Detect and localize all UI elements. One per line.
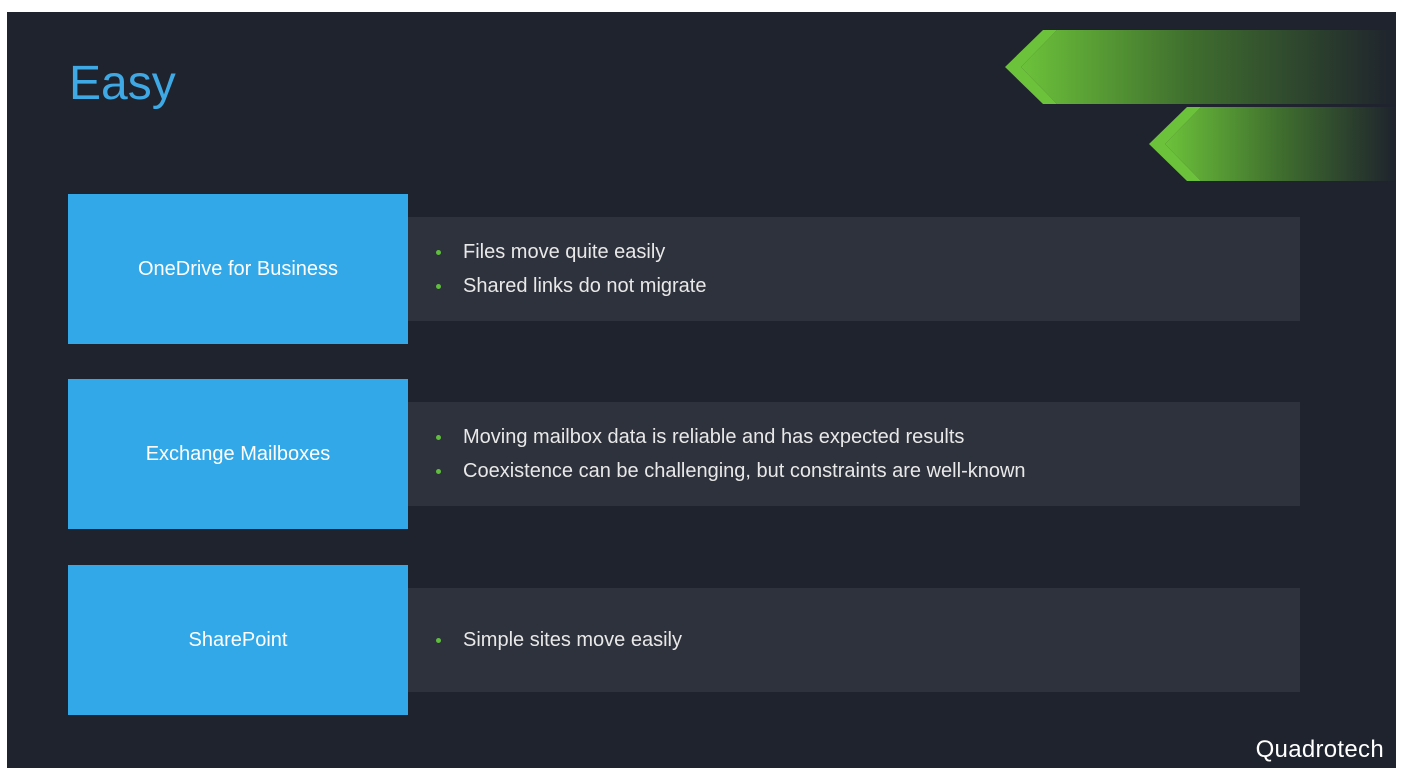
bullet-text: Coexistence can be challenging, but cons… — [463, 459, 1026, 482]
page-frame: Easy OneDrive for Business Files move qu… — [0, 0, 1403, 770]
bullet-dot-icon — [436, 637, 441, 643]
bullet-dot-icon — [436, 283, 441, 289]
row-panel-exchange: Moving mailbox data is reliable and has … — [408, 402, 1300, 506]
chevron-arrow-icon — [1149, 107, 1396, 181]
bullet-item: Coexistence can be challenging, but cons… — [436, 454, 1300, 488]
chevron-arrow-icon — [1005, 30, 1396, 104]
bullet-text: Simple sites move easily — [463, 628, 682, 651]
slide-title: Easy — [69, 57, 176, 110]
bullet-text: Shared links do not migrate — [463, 274, 707, 297]
bullet-dot-icon — [436, 249, 441, 255]
bullet-dot-icon — [436, 434, 441, 440]
row-label-onedrive: OneDrive for Business — [68, 194, 408, 344]
bullet-text: Files move quite easily — [463, 240, 666, 263]
brand-logo-text: Quadrotech — [1255, 736, 1384, 763]
bullet-item: Simple sites move easily — [436, 623, 1300, 657]
row-panel-sharepoint: Simple sites move easily — [408, 588, 1300, 692]
row-panel-onedrive: Files move quite easily Shared links do … — [408, 217, 1300, 321]
bullet-item: Moving mailbox data is reliable and has … — [436, 420, 1300, 454]
row-label-sharepoint: SharePoint — [68, 565, 408, 715]
bullet-text: Moving mailbox data is reliable and has … — [463, 425, 965, 448]
row-label-exchange: Exchange Mailboxes — [68, 379, 408, 529]
bullet-item: Shared links do not migrate — [436, 269, 1300, 303]
bullet-item: Files move quite easily — [436, 235, 1300, 269]
presentation-slide: Easy OneDrive for Business Files move qu… — [7, 12, 1396, 768]
bullet-dot-icon — [436, 468, 441, 474]
